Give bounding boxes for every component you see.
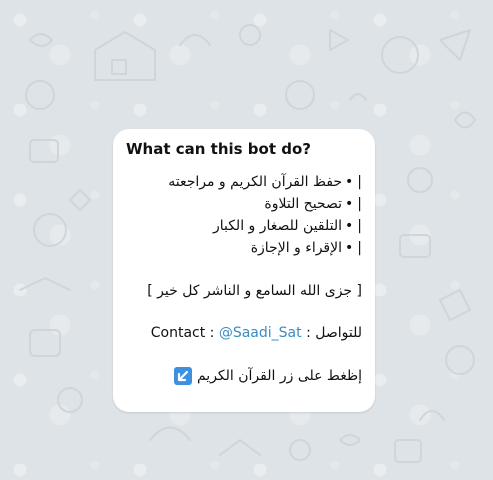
contact-line: Contact : @Saadi_Sat : للتواصل [151, 325, 362, 341]
card-title: What can this bot do? [126, 140, 311, 158]
press-text: إظغط على زر القرآن الكريم [196, 368, 362, 384]
feature-line: |•التلقين للصغار و الكبار [212, 218, 362, 234]
contact-link[interactable]: @Saadi_Sat [219, 325, 302, 341]
blessing-text: [ جزى الله السامع و الناشر كل خير ] [147, 283, 362, 299]
press-instruction: إظغط على زر القرآن الكريم [173, 367, 362, 385]
feature-line: |•تصحيح التلاوة [264, 196, 362, 212]
contact-arabic: : للتواصل [306, 325, 362, 341]
bot-description-card: What can this bot do? |•حفظ القرآن الكري… [113, 129, 375, 412]
feature-line: |•حفظ القرآن الكريم و مراجعته [168, 174, 362, 190]
feature-line: |•الإقراء و الإجازة [250, 240, 362, 256]
arrow-down-left-icon [173, 367, 192, 385]
contact-prefix: Contact : [150, 325, 215, 341]
